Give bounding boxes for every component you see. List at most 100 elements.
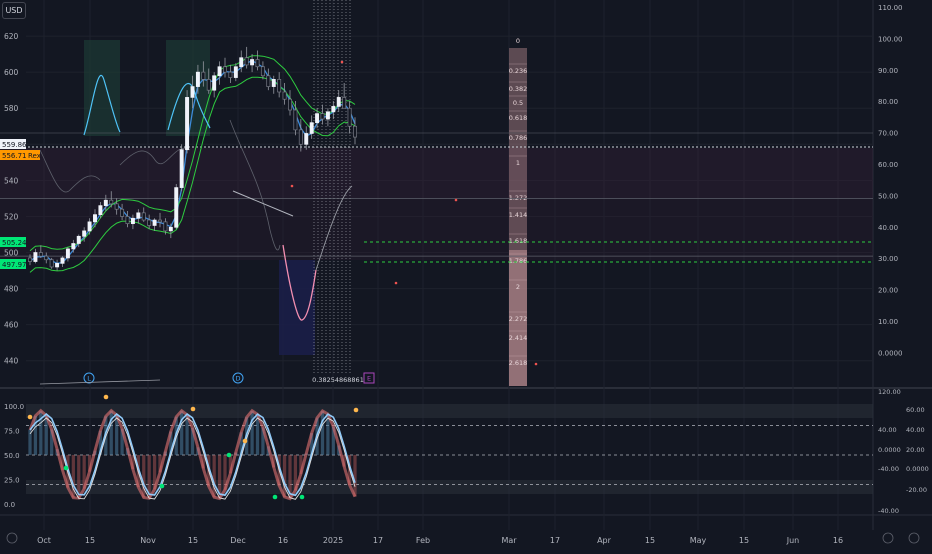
right-y-tick-label: 20.00 [878,287,898,295]
right-y-tick-label: 80.00 [878,98,898,106]
highlight-box [84,40,120,136]
x-tick-label: 16 [833,536,843,545]
signal-dot [290,184,294,188]
osc-buy-dot [226,452,232,458]
osc-sell-dot [242,438,248,444]
candle-body [277,79,282,93]
osc-buy-dot [159,483,165,489]
fib-level-label: 1.786 [509,257,528,265]
marker-label: E [367,375,371,383]
fib-level-label: 1.414 [509,211,528,219]
signal-dot [394,281,398,285]
candle-body [336,97,341,107]
x-tick-label: Mar [501,536,517,545]
candle-body [288,98,292,111]
candle-body [353,125,357,138]
fib-level-label: 2.272 [509,315,528,323]
candle-body [147,219,152,226]
price-label: 559.86 [0,139,27,149]
candle-body [217,66,222,77]
osc-y-tick-label: 100.0 [4,403,24,411]
right-y-tick-label: 110.00 [878,4,903,12]
candle-body [223,66,227,73]
osc-right-tick-label: -40.00 [878,465,899,473]
osc-sell-dot [27,414,33,420]
candle-body [325,111,330,120]
candle-body [282,91,287,100]
candle-body [33,252,38,262]
candle-body [233,66,238,78]
osc-right-tick-label: 20.00 [906,446,925,454]
candle-body [212,75,217,91]
overbought-band [26,404,873,418]
event-marker: D [232,372,244,384]
price-label: Rex [26,150,41,160]
currency-button[interactable]: USD [2,2,26,19]
x-tick-label: 15 [645,536,655,545]
event-marker: L [83,372,95,384]
fib-level-label: 0.786 [509,134,528,142]
fib-level-label: 0 [516,37,520,45]
candle-body [228,71,233,78]
candle-body [130,217,135,225]
right-y-tick-label: 100.00 [878,35,903,43]
cycle-cluster-label: 0.38254868861 [312,376,364,384]
candle-body [271,79,276,87]
candle-body [141,212,146,221]
x-tick-label: 17 [373,536,383,545]
candle-body [347,107,352,127]
candle-body [304,133,309,145]
x-tick-label: 15 [188,536,198,545]
y-tick-label: 580 [4,104,19,113]
y-tick-label: 600 [4,68,19,77]
candle[interactable] [185,90,190,154]
candle-body [114,203,119,210]
osc-buy-dot [63,465,69,471]
osc-right-tick-label: 40.00 [906,426,925,434]
candle[interactable] [179,144,184,192]
candle-body [185,97,190,151]
price-label-text: 505.24 [2,239,27,247]
fib-level-label: 1.618 [509,237,528,245]
y-tick-label: 540 [4,176,19,185]
fib-layer: 0 0.236 0.382 0.5 0.618 0.786 1 1.272 1.414 1.618… [509,37,528,386]
candle-body [76,235,81,244]
candle-body [320,113,325,120]
candle[interactable] [49,257,54,269]
candle-body [255,59,260,68]
support-zone [0,198,873,260]
candle-body [65,248,70,259]
candle-body [125,216,130,225]
event-marker: E [363,372,375,384]
chart-root[interactable]: 0 0.236 0.382 0.5 0.618 0.786 1 1.272 1.414 1.618… [0,0,932,550]
x-tick-label: 17 [550,536,560,545]
osc-right-tick-label: 0.0000 [878,446,901,454]
osc-histogram-bar [353,454,357,497]
x-tick-label: Dec [230,536,245,545]
candle-body [250,59,255,66]
candle-body [60,257,65,264]
osc-histogram-bar [180,410,184,455]
candle-body [55,262,60,268]
fib-level-label: 2.618 [509,359,528,367]
candle-body [266,75,271,87]
osc-right-tick-label: -40.00 [878,507,899,515]
price-label-text: 559.86 [2,141,27,149]
signal-dot [454,198,458,202]
right-y-tick-label: 60.00 [878,161,898,169]
marker-label: D [235,375,240,383]
y-tick-label: 480 [4,285,19,294]
x-tick-label: 2025 [323,536,343,545]
signal-dot [340,60,344,64]
x-tick-label: May [690,536,707,545]
osc-right-tick-label: 120.00 [878,388,901,396]
osc-sell-dot [353,407,359,413]
candle[interactable] [174,183,179,230]
candle-body [93,214,97,223]
x-tick-label: Apr [597,536,612,545]
chart-svg[interactable]: 0 0.236 0.382 0.5 0.618 0.786 1 1.272 1.414 1.618… [0,0,932,550]
candle-body [174,187,179,228]
candle-body [190,86,195,98]
candle-body [163,221,168,232]
price-label: 505.24 [0,237,27,247]
